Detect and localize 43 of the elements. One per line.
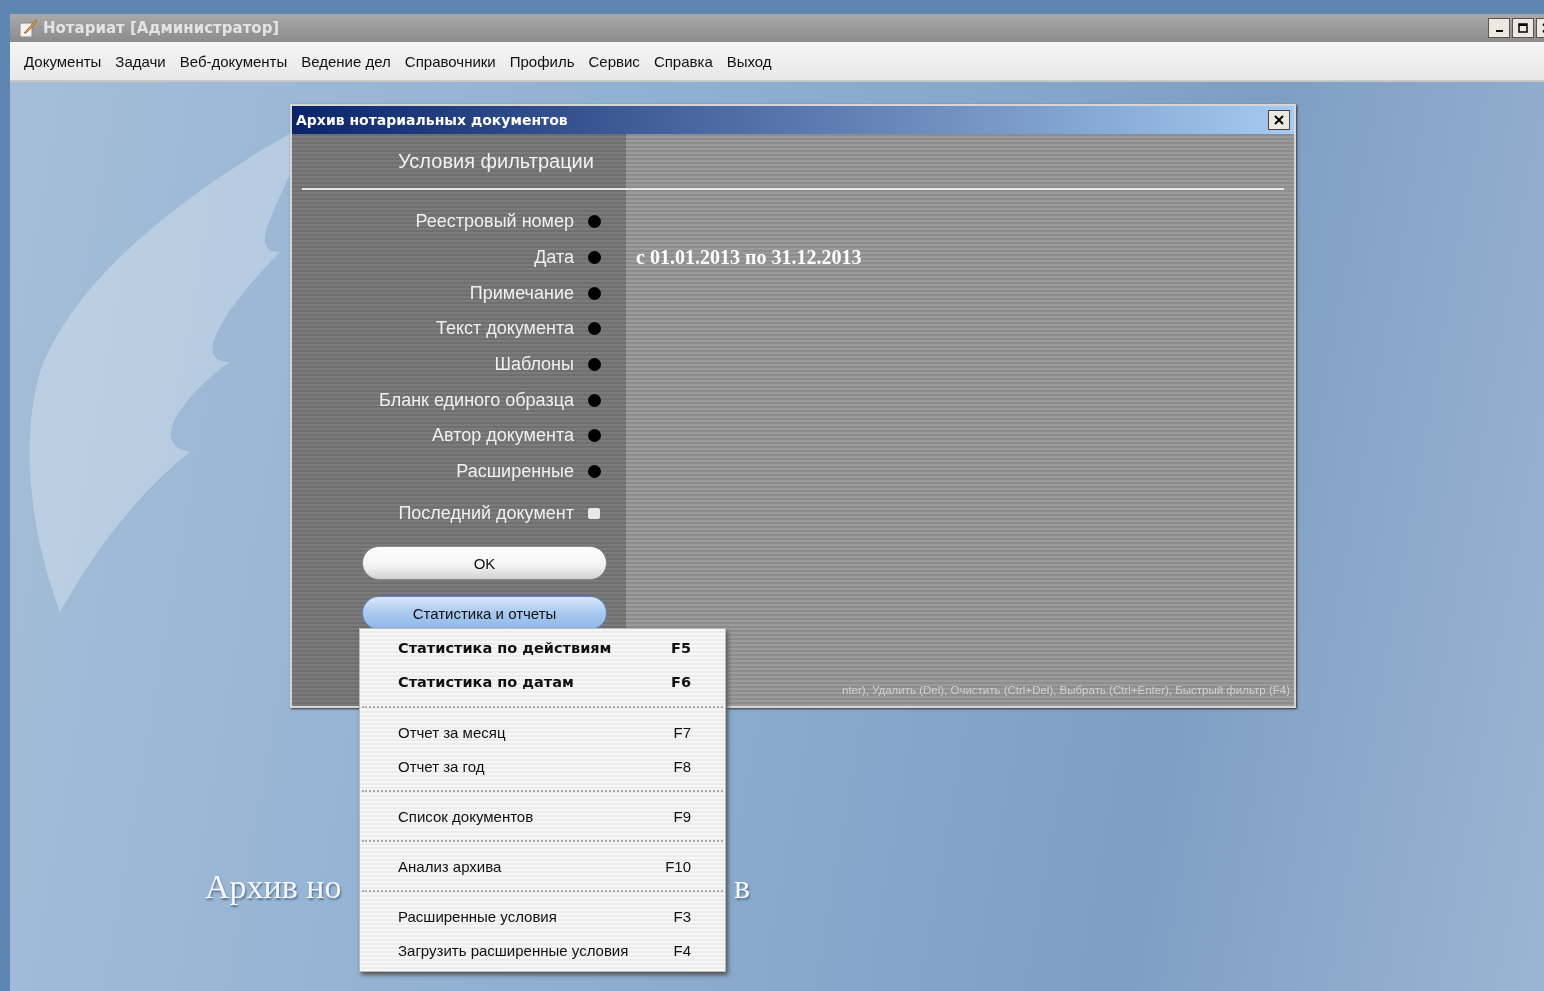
window-title: Нотариат [Администратор]	[43, 19, 280, 37]
background-title: Архив но	[205, 868, 342, 906]
maximize-icon	[1518, 23, 1528, 33]
filter-value: с 01.01.2013 по 31.12.2013	[636, 246, 862, 270]
checkbox[interactable]	[588, 507, 600, 519]
menu-item[interactable]: Задачи	[115, 52, 166, 70]
menu-item[interactable]: Профиль	[509, 52, 575, 70]
filter-label[interactable]: Автор документа	[292, 425, 574, 447]
feather-document-icon	[18, 18, 38, 38]
filter-label[interactable]: Расширенные	[292, 461, 574, 483]
statistics-button[interactable]: Статистика и отчеты	[362, 596, 607, 631]
maximize-button[interactable]	[1512, 18, 1534, 38]
menu-item[interactable]: Статистика по датам F6	[360, 665, 725, 699]
menu-item[interactable]: Сервис	[588, 52, 640, 70]
menu-item[interactable]: Справочники	[404, 52, 496, 70]
filter-label[interactable]: Дата	[292, 247, 574, 269]
filter-label[interactable]: Реестровый номер	[292, 211, 574, 233]
checkbox-label: Последний документ	[397, 502, 574, 524]
filter-label[interactable]: Шаблоны	[292, 354, 574, 376]
filter-label[interactable]: Текст документа	[292, 318, 574, 340]
menu-item[interactable]: Загрузить расширенные условия F4	[360, 933, 725, 967]
minimize-icon	[1495, 30, 1503, 32]
ok-button[interactable]: OK	[362, 546, 607, 581]
background-title: в	[734, 868, 751, 906]
menu-item[interactable]: Веб-документы	[179, 52, 288, 70]
status-hint: nter), Удалить (Del), Очистить (Ctrl+Del), Выбрать (Ctrl+Enter), Быстрый фильтр (F4)	[842, 684, 1290, 697]
section-header: Условия фильтрации	[398, 149, 594, 173]
menu-item[interactable]: Расширенные условия F3	[360, 899, 725, 933]
menu-item[interactable]: Список документов F9	[360, 799, 725, 833]
menu-item[interactable]: Документы	[24, 52, 102, 70]
close-icon	[1273, 114, 1285, 126]
menu-item[interactable]: Ведение дел	[301, 52, 391, 70]
menu-item[interactable]: Отчет за год F8	[360, 749, 725, 783]
filter-label[interactable]: Примечание	[292, 282, 574, 304]
menu-item[interactable]: Выход	[726, 52, 772, 70]
filter-label[interactable]: Бланк единого образца	[292, 389, 574, 411]
dialog-title: Архив нотариальных документов	[296, 112, 568, 128]
menu-item[interactable]: Анализ архива F10	[360, 849, 725, 883]
menu-item[interactable]: Отчет за месяц F7	[360, 715, 725, 749]
menu-item[interactable]: Справка	[653, 52, 713, 70]
close-button[interactable]	[1268, 110, 1290, 130]
minimize-button[interactable]	[1488, 18, 1510, 38]
menu-item[interactable]: Статистика по действиям F5	[360, 631, 725, 665]
